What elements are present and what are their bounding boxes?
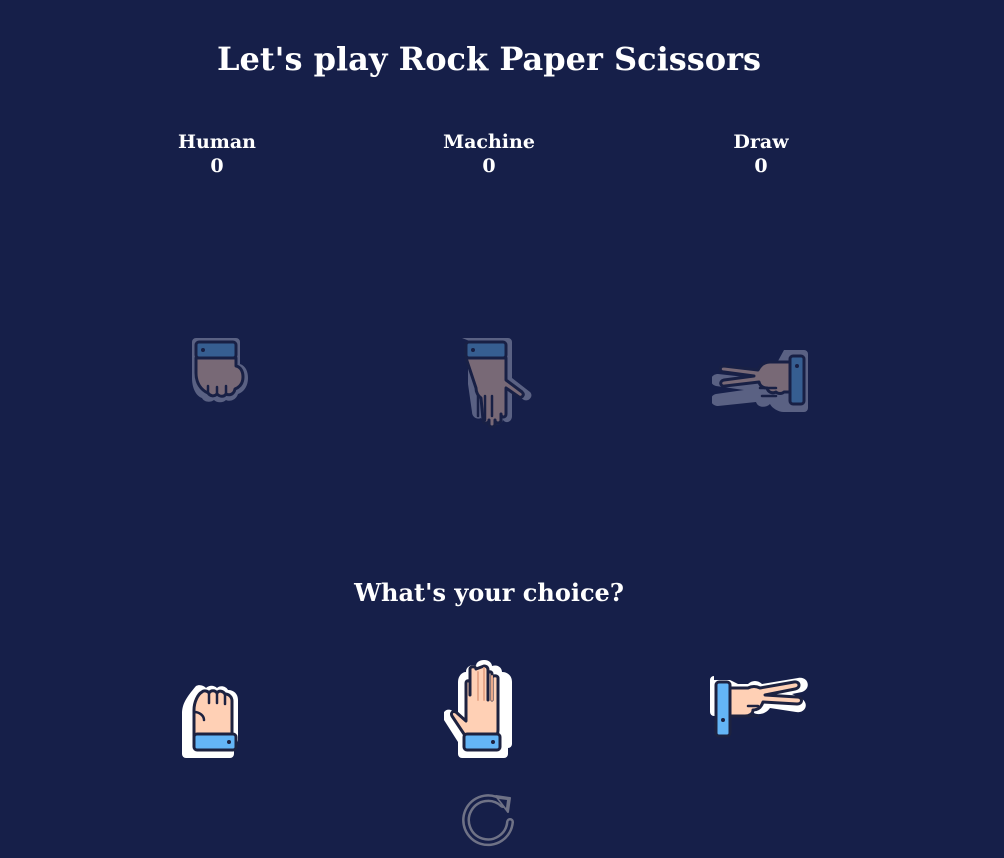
page-title: Let's play Rock Paper Scissors [217,40,761,78]
scissors-hand-icon [710,676,808,738]
score-human: Human 0 [127,130,307,178]
score-human-label: Human [178,131,256,153]
score-machine-value: 0 [482,155,496,177]
reset-button[interactable] [460,790,518,854]
score-human-value: 0 [210,155,224,177]
score-draw: Draw 0 [671,130,851,178]
game-screen: Let's play Rock Paper Scissors Human 0 M… [0,0,1004,858]
rock-hand-icon [182,685,238,758]
choice-prompt: What's your choice? [354,578,624,607]
rock-choice-button[interactable] [182,682,248,762]
scissors-choice-button[interactable] [710,676,810,746]
score-draw-value: 0 [754,155,768,177]
paper-hand-icon [462,338,532,429]
refresh-icon [462,794,514,847]
rock-hand-icon [192,338,248,403]
human-hand-display [186,334,252,410]
machine-hand-display [456,334,534,432]
draw-hand-display [712,348,812,414]
scissors-hand-icon [712,350,808,412]
score-draw-label: Draw [733,131,789,153]
score-machine-label: Machine [443,131,535,153]
paper-choice-button[interactable] [442,658,522,762]
score-machine: Machine 0 [399,130,579,178]
paper-hand-icon [442,660,512,758]
